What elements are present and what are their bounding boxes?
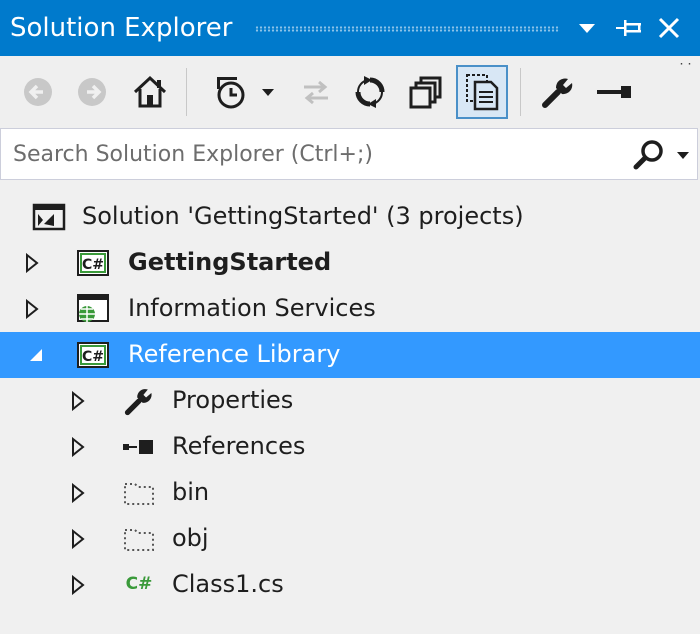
csharp-project-icon: C# — [76, 247, 110, 279]
expand-arrow-icon[interactable] — [22, 299, 42, 319]
tree-item-label: Solution 'GettingStarted' (3 projects) — [82, 202, 524, 230]
search-icon — [633, 140, 663, 170]
window-position-dropdown[interactable] — [572, 12, 602, 44]
window-title: Solution Explorer — [10, 13, 233, 43]
title-bar[interactable]: Solution Explorer — [0, 0, 700, 56]
tree-item-label: bin — [172, 478, 210, 506]
chevron-down-icon — [579, 24, 595, 33]
pending-changes-filter-button[interactable] — [202, 65, 254, 119]
close-button[interactable] — [654, 12, 684, 44]
expand-arrow-icon[interactable] — [68, 391, 88, 411]
refresh-icon — [355, 76, 385, 108]
expand-arrow-icon[interactable] — [68, 483, 88, 503]
tree-item-label: Properties — [172, 386, 294, 414]
tree-item-properties[interactable]: Properties — [0, 378, 700, 424]
tree-item-solution[interactable]: Solution 'GettingStarted' (3 projects) — [0, 194, 700, 240]
forward-arrow-icon — [78, 78, 106, 106]
show-all-files-icon — [466, 74, 499, 111]
wrench-icon — [542, 78, 573, 108]
search-button[interactable] — [629, 137, 669, 173]
toolbar-separator — [186, 68, 187, 116]
search-box[interactable] — [0, 128, 698, 180]
tree-item-label: Class1.cs — [172, 570, 284, 598]
preview-button[interactable] — [588, 65, 640, 119]
web-project-icon — [76, 293, 110, 325]
pin-icon — [616, 20, 641, 36]
back-arrow-icon — [24, 78, 52, 106]
references-icon — [122, 431, 156, 463]
tree-item-label: Reference Library — [128, 340, 341, 368]
home-icon — [133, 75, 167, 108]
pin-button[interactable] — [614, 12, 644, 44]
expand-arrow-icon[interactable] — [68, 437, 88, 457]
tree-item-obj[interactable]: obj — [0, 516, 700, 562]
tree-item-class1-cs[interactable]: C# Class1.cs — [0, 562, 700, 608]
tree-item-information-services[interactable]: Information Services — [0, 286, 700, 332]
tree-item-references[interactable]: References — [0, 424, 700, 470]
solution-icon — [32, 201, 66, 233]
folder-dotted-icon — [122, 523, 156, 555]
toolbar-overflow-icon[interactable]: ˙˙ — [678, 62, 694, 78]
collapse-all-icon — [409, 76, 442, 109]
show-all-files-button[interactable] — [456, 65, 508, 119]
csharp-file-icon: C# — [122, 569, 156, 601]
tree-item-bin[interactable]: bin — [0, 470, 700, 516]
back-button[interactable] — [12, 65, 64, 119]
collapse-arrow-icon[interactable] — [26, 345, 46, 365]
filter-dropdown[interactable] — [254, 65, 282, 119]
solution-explorer-window: Solution Explorer ˙˙ Search Solution Exp… — [0, 0, 700, 634]
toolbar-separator — [520, 68, 521, 116]
wrench-icon — [122, 385, 156, 417]
sync-active-document-button[interactable] — [290, 65, 342, 119]
tree-item-label: References — [172, 432, 306, 460]
clock-filter-icon — [217, 77, 245, 109]
solution-tree: Solution 'GettingStarted' (3 projects) C… — [0, 190, 700, 634]
title-bar-grip[interactable] — [255, 26, 560, 32]
chevron-down-icon — [677, 152, 689, 159]
svg-text:C#: C# — [126, 574, 153, 594]
svg-text:C#: C# — [82, 349, 104, 365]
search-options-dropdown[interactable] — [673, 143, 693, 167]
folder-dotted-icon — [122, 477, 156, 509]
csharp-project-icon: C# — [76, 339, 110, 371]
home-button[interactable] — [124, 65, 176, 119]
refresh-button[interactable] — [344, 65, 396, 119]
minus-icon — [597, 86, 631, 98]
collapse-all-button[interactable] — [400, 65, 452, 119]
chevron-down-icon — [262, 89, 274, 96]
tree-item-gettingstarted[interactable]: C# GettingStarted — [0, 240, 700, 286]
close-icon — [658, 17, 680, 39]
forward-button[interactable] — [66, 65, 118, 119]
svg-text:C#: C# — [82, 257, 104, 273]
toolbar: ˙˙ — [0, 56, 700, 128]
sync-arrows-icon — [304, 80, 328, 105]
tree-item-label: obj — [172, 524, 209, 552]
tree-item-label: GettingStarted — [128, 248, 332, 276]
expand-arrow-icon[interactable] — [68, 529, 88, 549]
expand-arrow-icon[interactable] — [68, 575, 88, 595]
search-input[interactable] — [13, 137, 613, 171]
properties-button[interactable] — [532, 65, 584, 119]
expand-arrow-icon[interactable] — [22, 253, 42, 273]
tree-item-label: Information Services — [128, 294, 376, 322]
tree-item-reference-library[interactable]: C# Reference Library — [0, 332, 700, 378]
